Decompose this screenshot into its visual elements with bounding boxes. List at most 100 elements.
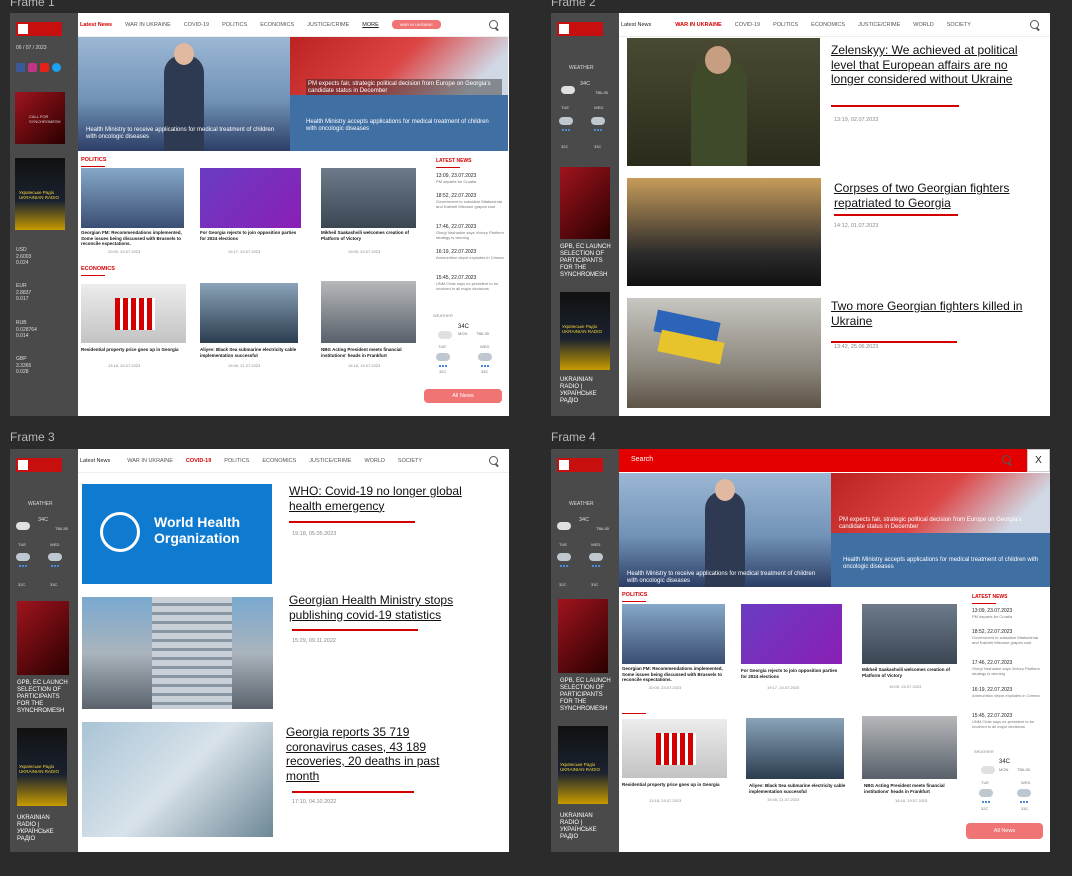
radio-banner[interactable]: Українське Радіо UKRAINIAN RADIO [560, 292, 610, 370]
instagram-icon[interactable] [28, 63, 37, 72]
nav-politics[interactable]: POLITICS [773, 22, 798, 28]
economics-card-3-title[interactable]: NBG Acting President meets financial ins… [321, 347, 418, 358]
latest-item-text[interactable]: Giorgi Vashadze says Victory Platform st… [436, 230, 508, 240]
latest-item-text[interactable]: UNM Chair says ex-president to be involv… [436, 281, 508, 291]
site-logo[interactable] [16, 22, 62, 36]
latest-item-text[interactable]: Ammunition depot explodes in Crimea [972, 693, 1044, 698]
promo-banner[interactable] [560, 167, 610, 239]
politics-card-1-image[interactable] [81, 168, 184, 228]
hero-right-image[interactable]: PM expects fair, strategic political dec… [831, 473, 1050, 587]
latest-item-text[interactable]: UNM Chair says ex-president to be involv… [972, 719, 1044, 729]
nav-economics[interactable]: ECONOMICS [260, 22, 294, 28]
search-icon[interactable] [1029, 19, 1041, 31]
economics-card-3-image[interactable] [321, 281, 416, 343]
nav-politics[interactable]: POLITICS [222, 22, 247, 28]
covid-article-3-image[interactable] [82, 722, 273, 837]
hero-left-image[interactable]: Health Ministry to receive applications … [78, 37, 290, 151]
politics-card-3-image[interactable] [862, 604, 957, 664]
latest-item-text[interactable]: Government to subsidize Mtatsminda and K… [972, 635, 1044, 645]
economics-card-2-image[interactable] [200, 283, 298, 343]
promo-banner[interactable]: CALL FOR SYNCHROMESH [15, 92, 65, 144]
search-input[interactable]: Search [631, 456, 653, 463]
politics-card-1-title[interactable]: Georgian FM: Recommendations implemented… [622, 666, 727, 683]
covid-article-1-title[interactable]: WHO: Covid-19 no longer global health em… [289, 484, 481, 513]
all-news-button[interactable]: All News [424, 389, 502, 403]
economics-card-2-title[interactable]: Aliyev: Black Sea submarine electricity … [749, 783, 849, 794]
politics-card-2-image[interactable] [200, 168, 301, 228]
economics-card-2-title[interactable]: Aliyev: Black Sea submarine electricity … [200, 347, 300, 358]
covid-article-2-image[interactable] [82, 597, 273, 709]
nav-economics[interactable]: ECONOMICS [262, 458, 296, 464]
hero-right-image[interactable]: PM expects fair, strategic political dec… [290, 37, 508, 151]
economics-card-3-title[interactable]: NBG Acting President meets financial ins… [864, 783, 961, 794]
nav-latest-news[interactable]: Latest News [80, 458, 110, 464]
war-article-1-image[interactable] [627, 38, 820, 166]
politics-card-2-title[interactable]: For Georgia rejects to join opposition p… [200, 230, 303, 241]
politics-card-1-image[interactable] [622, 604, 725, 664]
gpb-announcement[interactable]: GPB, EC LAUNCH SELECTION OF PARTICIPANTS… [17, 680, 71, 715]
promo-banner[interactable] [17, 601, 69, 675]
search-icon[interactable] [488, 455, 500, 467]
radio-banner[interactable]: Українське Радіо UKRAINIAN RADIO [15, 158, 65, 230]
gpb-announcement[interactable]: GPB, EC LAUNCH SELECTION OF PARTICIPANTS… [560, 678, 612, 713]
war-article-2-image[interactable] [627, 178, 821, 286]
youtube-icon[interactable] [40, 63, 49, 72]
search-bar[interactable]: Search [619, 449, 1027, 472]
nav-politics[interactable]: POLITICS [224, 458, 249, 464]
politics-card-2-title[interactable]: For Georgia rejects to join opposition p… [741, 668, 844, 679]
covid-article-3-title[interactable]: Georgia reports 35 719 coronavirus cases… [286, 725, 466, 783]
economics-card-1-image[interactable] [81, 284, 186, 343]
nav-covid[interactable]: COVID-19 [735, 22, 760, 28]
war-article-3-title[interactable]: Two more Georgian fighters killed in Ukr… [831, 299, 1023, 328]
nav-latest-news[interactable]: Latest News [80, 22, 112, 28]
radio-banner[interactable]: Українське Радіо UKRAINIAN RADIO [17, 728, 67, 806]
promo-banner[interactable] [558, 599, 608, 673]
economics-card-1-title[interactable]: Residential property price goes up in Ge… [81, 347, 186, 353]
nav-justice[interactable]: JUSTICE/CRIME [307, 22, 349, 28]
nav-covid[interactable]: COVID-19 [186, 458, 211, 464]
nav-world[interactable]: WORLD [364, 458, 384, 464]
politics-card-2-image[interactable] [741, 604, 842, 664]
ukrainian-radio-link[interactable]: UKRAINIAN RADIO | УКРАЇНСЬКЕ РАДІО [17, 815, 67, 843]
all-news-button[interactable]: All News [966, 823, 1043, 839]
search-icon[interactable] [488, 19, 500, 31]
hero-left-image[interactable]: Health Ministry to receive applications … [619, 473, 831, 587]
site-logo[interactable] [16, 458, 62, 472]
politics-card-3-image[interactable] [321, 168, 416, 228]
latest-item-text[interactable]: Government to subsidize Mtatsminda and K… [436, 199, 508, 209]
war-article-2-title[interactable]: Corpses of two Georgian fighters repatri… [834, 181, 1026, 210]
economics-card-3-image[interactable] [862, 716, 957, 779]
nav-war-in-ukraine[interactable]: WAR IN UKRAINE [127, 458, 173, 464]
facebook-icon[interactable] [16, 63, 25, 72]
latest-item-text[interactable]: PM departs for Croatia [972, 614, 1044, 619]
twitter-icon[interactable] [52, 63, 61, 72]
nav-covid[interactable]: COVID-19 [184, 22, 209, 28]
gpb-announcement[interactable]: GPB, EC LAUNCH SELECTION OF PARTICIPANTS… [560, 244, 612, 279]
economics-card-1-image[interactable] [622, 719, 727, 778]
ukrainian-radio-link[interactable]: UKRAINIAN RADIO | УКРАЇНСЬКЕ РАДІО [560, 377, 610, 405]
politics-card-1-title[interactable]: Georgian FM: Recommendations implemented… [81, 230, 186, 247]
ukrainian-radio-link[interactable]: UKRAINIAN RADIO | УКРАЇНСЬКЕ РАДІО [560, 813, 610, 841]
site-logo[interactable] [557, 458, 603, 472]
nav-war-in-ukraine[interactable]: WAR IN UKRAINE [675, 22, 721, 28]
covid-article-2-title[interactable]: Georgian Health Ministry stops publishin… [289, 593, 481, 622]
nav-latest-news[interactable]: Latest News [621, 22, 651, 28]
nav-justice[interactable]: JUSTICE/CRIME [309, 458, 351, 464]
nav-society[interactable]: SOCIETY [947, 22, 971, 28]
nav-economics[interactable]: ECONOMICS [811, 22, 845, 28]
latest-item-text[interactable]: PM departs for Croatia [436, 179, 508, 184]
economics-card-1-title[interactable]: Residential property price goes up in Ge… [622, 782, 727, 788]
nav-war-in-ukraine[interactable]: WAR IN UKRAINE [125, 22, 171, 28]
latest-item-text[interactable]: Giorgi Vashadze says Victory Platform st… [972, 666, 1044, 676]
war-article-3-image[interactable] [627, 298, 821, 408]
nav-world[interactable]: WORLD [913, 22, 933, 28]
economics-card-2-image[interactable] [746, 718, 844, 779]
site-logo[interactable] [557, 22, 603, 36]
war-article-1-title[interactable]: Zelenskyy: We achieved at political leve… [831, 43, 1021, 87]
nav-justice[interactable]: JUSTICE/CRIME [858, 22, 900, 28]
who-image[interactable]: World Health Organization [82, 484, 272, 584]
close-search-button[interactable]: X [1027, 449, 1050, 472]
nav-more[interactable]: MORE [362, 22, 379, 28]
war-badge-button[interactable]: WAR IN UKRAINE [391, 20, 441, 29]
nav-society[interactable]: SOCIETY [398, 458, 422, 464]
